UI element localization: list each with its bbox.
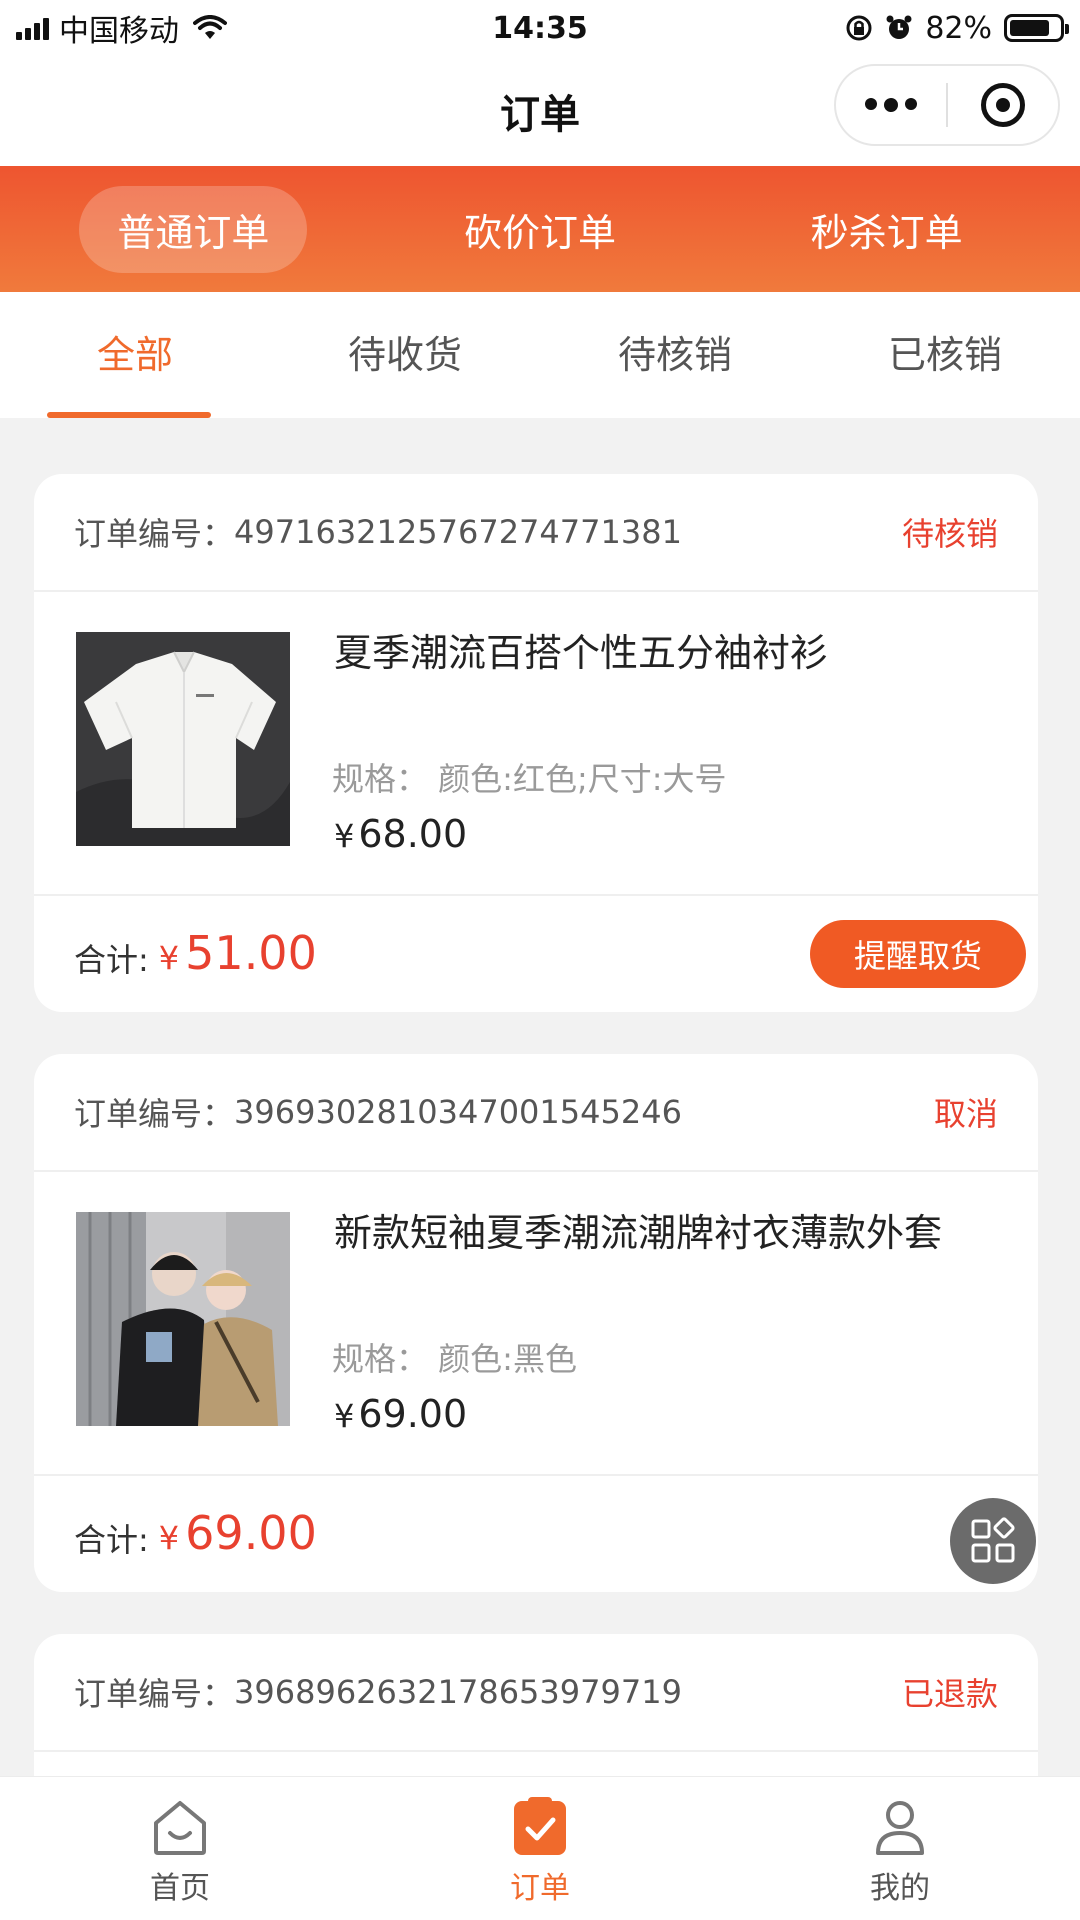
order-number-label: 订单编号： xyxy=(74,1095,235,1133)
order-number-label: 订单编号： xyxy=(74,515,235,553)
tab-verified[interactable]: 已核销 xyxy=(810,292,1080,418)
total-currency: ¥ xyxy=(158,939,180,977)
remind-pickup-button[interactable]: 提醒取货 xyxy=(810,920,1026,988)
order-status: 取消 xyxy=(933,1095,998,1133)
goods-item[interactable]: 新款短袖夏季潮流潮牌衬衣薄款外套 规格： 颜色:黑色 ¥69.00 xyxy=(34,1172,1038,1476)
total-label: 合计: xyxy=(74,941,149,979)
product-price: ¥68.00 xyxy=(334,812,467,856)
wifi-icon xyxy=(193,15,227,39)
target-icon xyxy=(981,83,1025,127)
tabbar-label: 我的 xyxy=(870,1871,930,1906)
product-image xyxy=(76,1212,290,1426)
battery-icon xyxy=(1004,14,1069,42)
bottom-tab-bar: 首页 订单 我的 xyxy=(0,1776,1080,1920)
tabbar-label: 首页 xyxy=(150,1871,210,1906)
grid-icon xyxy=(971,1517,1015,1563)
tabbar-profile[interactable]: 我的 xyxy=(720,1777,1080,1920)
total-amount: 69.00 xyxy=(185,1506,317,1560)
status-bar: 中国移动 14:35 82% xyxy=(0,0,1080,56)
mini-program-capsule xyxy=(834,64,1060,146)
tabbar-label: 订单 xyxy=(510,1871,570,1906)
total-currency: ¥ xyxy=(158,1519,180,1557)
order-footer: 合计: ¥ 69.00 xyxy=(34,1476,1038,1590)
tab-pending-verification[interactable]: 待核销 xyxy=(540,292,810,418)
battery-percent: 82% xyxy=(925,10,992,46)
order-header: 订单编号： 3968962632178653979719 已退款 xyxy=(34,1634,1038,1752)
product-image xyxy=(76,632,290,846)
product-title: 夏季潮流百搭个性五分袖衬衫 xyxy=(334,631,829,675)
order-number: 4971632125767274771381 xyxy=(234,513,682,551)
order-number: 3969302810347001545246 xyxy=(234,1093,682,1131)
order-type-tabs: 普通订单 砍价订单 秒杀订单 xyxy=(0,166,1080,292)
total-label: 合计: xyxy=(74,1521,149,1559)
signal-icon xyxy=(16,16,49,40)
product-price: ¥69.00 xyxy=(334,1392,467,1436)
home-icon xyxy=(154,1801,206,1855)
nav-bar: 订单 xyxy=(0,56,1080,166)
price-value: 68.00 xyxy=(358,812,468,856)
tab-bargain-orders[interactable]: 砍价订单 xyxy=(426,186,654,273)
floating-menu-button[interactable] xyxy=(950,1498,1036,1584)
order-footer: 合计: ¥ 51.00 提醒取货 xyxy=(34,896,1038,1010)
order-status: 已退款 xyxy=(901,1675,998,1713)
tab-normal-orders[interactable]: 普通订单 xyxy=(79,185,308,273)
tab-flash-sale-orders[interactable]: 秒杀订单 xyxy=(773,186,1001,273)
order-status: 待核销 xyxy=(901,515,998,553)
order-number-label: 订单编号： xyxy=(74,1675,235,1713)
carrier-name: 中国移动 xyxy=(59,14,179,49)
profile-icon xyxy=(876,1801,924,1855)
order-header: 订单编号： 4971632125767274771381 待核销 xyxy=(34,474,1038,592)
order-header: 订单编号： 3969302810347001545246 取消 xyxy=(34,1054,1038,1172)
price-value: 69.00 xyxy=(358,1392,468,1436)
goods-item[interactable]: 夏季潮流百搭个性五分袖衬衫 规格： 颜色:红色;尺寸:大号 ¥68.00 xyxy=(34,592,1038,896)
order-number: 3968962632178653979719 xyxy=(234,1673,682,1711)
close-mini-program-button[interactable] xyxy=(948,66,1058,144)
tabbar-orders[interactable]: 订单 xyxy=(360,1777,720,1920)
tab-all[interactable]: 全部 xyxy=(0,292,270,418)
product-title: 新款短袖夏季潮流潮牌衬衣薄款外套 xyxy=(334,1211,943,1255)
total-amount: 51.00 xyxy=(185,926,317,980)
alarm-icon xyxy=(886,15,912,39)
order-card[interactable]: 订单编号： 3969302810347001545246 取消 新款短袖夏季潮流… xyxy=(34,1054,1038,1592)
order-icon xyxy=(514,1797,566,1855)
currency-symbol: ¥ xyxy=(334,817,355,855)
order-status-tabs: 全部 待收货 待核销 已核销 xyxy=(0,292,1080,418)
more-dots-icon xyxy=(865,98,917,112)
rotation-lock-icon xyxy=(846,15,872,41)
currency-symbol: ¥ xyxy=(334,1397,355,1435)
product-spec: 规格： 颜色:黑色 xyxy=(332,1340,577,1378)
tabbar-home[interactable]: 首页 xyxy=(0,1777,360,1920)
order-card[interactable]: 订单编号： 4971632125767274771381 待核销 夏季潮流百搭个… xyxy=(34,474,1038,1012)
tab-pending-receipt[interactable]: 待收货 xyxy=(270,292,540,418)
product-spec: 规格： 颜色:红色;尺寸:大号 xyxy=(332,760,727,798)
more-button[interactable] xyxy=(836,66,946,144)
